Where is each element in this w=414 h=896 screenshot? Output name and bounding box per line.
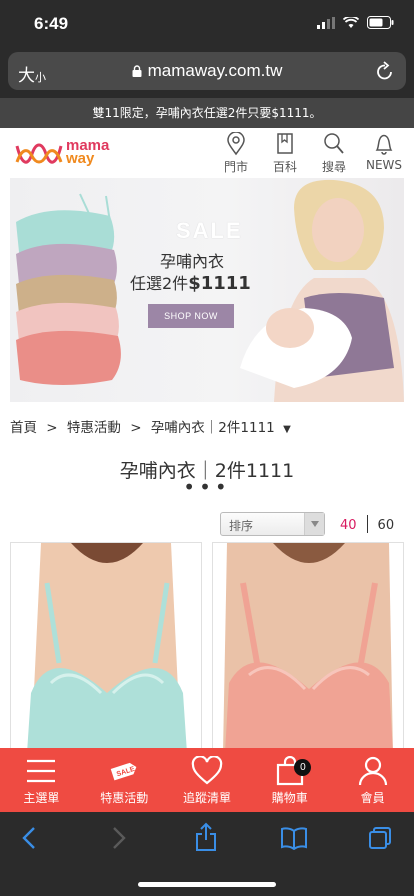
hero-sale-text: SALE bbox=[176, 218, 243, 243]
breadcrumb-separator: > bbox=[46, 420, 58, 436]
bell-icon bbox=[375, 134, 393, 155]
product-card[interactable] bbox=[212, 542, 404, 752]
menu-icon bbox=[27, 759, 56, 783]
cellular-signal-icon bbox=[317, 16, 335, 29]
product-image bbox=[213, 543, 403, 751]
back-arrow-icon[interactable] bbox=[20, 826, 40, 850]
breadcrumb: 首頁 > 特惠活動 > 孕哺內衣｜2件1111 ▼ bbox=[10, 416, 291, 436]
bottom-nav-menu-label: 主選單 bbox=[23, 791, 60, 805]
title-dots-decoration: ••• bbox=[183, 475, 231, 499]
sale-tag-icon: SALE bbox=[110, 762, 137, 781]
bottom-nav-sale[interactable]: SALE 特惠活動 bbox=[83, 748, 166, 812]
nav-encyclopedia-label: 百科 bbox=[272, 160, 297, 174]
bottom-nav-sale-label: 特惠活動 bbox=[100, 791, 149, 805]
breadcrumb-home[interactable]: 首頁 bbox=[10, 420, 37, 436]
address-bar[interactable]: 大小 mamaway.com.tw bbox=[8, 52, 406, 90]
sort-select[interactable]: 排序 bbox=[220, 512, 325, 536]
cart-count-badge: 0 bbox=[294, 759, 312, 776]
breadcrumb-dropdown-icon[interactable]: ▼ bbox=[283, 424, 291, 435]
mamaway-logo[interactable]: mama way bbox=[14, 136, 118, 170]
hero-title: 孕哺內衣 bbox=[160, 252, 225, 271]
lock-icon bbox=[132, 65, 142, 77]
promo-banner[interactable]: 雙11限定，孕哺內衣任選2件只要$1111。 bbox=[0, 98, 414, 128]
nav-encyclopedia[interactable]: 百科 bbox=[261, 130, 309, 175]
sort-select-label: 排序 bbox=[229, 519, 254, 533]
bottom-nav-cart[interactable]: 0 購物車 bbox=[248, 748, 331, 812]
nav-store-label: 門市 bbox=[223, 160, 248, 174]
bottom-nav-cart-label: 購物車 bbox=[271, 791, 308, 805]
browser-address-area: 大小 mamaway.com.tw bbox=[0, 48, 414, 98]
user-icon bbox=[358, 756, 387, 786]
hero-banner[interactable]: SALE 孕哺內衣 任選2件$1111 SHOP NOW bbox=[10, 178, 404, 402]
product-grid bbox=[10, 542, 404, 752]
forward-arrow-icon[interactable] bbox=[108, 826, 128, 850]
status-icons bbox=[317, 16, 394, 29]
site-header: mama way 門市 百科 搜尋 NEWS bbox=[0, 128, 414, 176]
search-icon bbox=[324, 133, 344, 154]
nav-search-label: 搜尋 bbox=[321, 160, 346, 174]
hero-offer-price: $1111 bbox=[188, 273, 251, 294]
product-card[interactable] bbox=[10, 542, 202, 752]
product-image bbox=[11, 543, 201, 751]
book-icon bbox=[277, 133, 293, 154]
mother-and-baby-photo bbox=[240, 179, 404, 402]
hero-offer: 任選2件$1111 bbox=[130, 270, 251, 294]
chevron-down-icon bbox=[304, 513, 324, 535]
breadcrumb-separator: > bbox=[130, 420, 142, 436]
battery-icon bbox=[367, 16, 394, 29]
header-nav: 門市 百科 搜尋 NEWS bbox=[211, 130, 414, 175]
share-icon[interactable] bbox=[194, 822, 218, 852]
nav-news[interactable]: NEWS bbox=[358, 130, 410, 175]
location-pin-icon bbox=[227, 132, 245, 156]
nav-news-label: NEWS bbox=[365, 158, 403, 172]
logo-wordmark: mama way bbox=[66, 138, 109, 166]
logo-mark-icon bbox=[15, 143, 63, 164]
bra-stack-illustration bbox=[16, 193, 121, 385]
per-page-divider bbox=[366, 515, 368, 533]
breadcrumb-current[interactable]: 孕哺內衣｜2件1111 bbox=[151, 420, 275, 436]
bottom-nav: 主選單 SALE 特惠活動 追蹤清單 0 購物車 會員 bbox=[0, 748, 414, 812]
heart-icon bbox=[191, 756, 223, 785]
breadcrumb-promotions[interactable]: 特惠活動 bbox=[67, 420, 121, 436]
reload-icon[interactable] bbox=[376, 61, 394, 81]
url-text: mamaway.com.tw bbox=[147, 61, 283, 80]
status-time: 6:49 bbox=[34, 14, 69, 33]
bottom-nav-menu[interactable]: 主選單 bbox=[0, 748, 83, 812]
bottom-nav-member[interactable]: 會員 bbox=[331, 748, 414, 812]
bottom-nav-wishlist[interactable]: 追蹤清單 bbox=[166, 748, 249, 812]
nav-store[interactable]: 門市 bbox=[212, 130, 260, 175]
bottom-nav-member-label: 會員 bbox=[360, 791, 385, 805]
per-page-60[interactable]: 60 bbox=[378, 518, 395, 533]
url-display[interactable]: mamaway.com.tw bbox=[8, 61, 406, 81]
wifi-icon bbox=[343, 16, 359, 28]
per-page-40[interactable]: 40 bbox=[340, 518, 357, 533]
tabs-icon[interactable] bbox=[368, 826, 392, 850]
status-bar: 6:49 bbox=[0, 0, 414, 48]
shop-now-button[interactable]: SHOP NOW bbox=[148, 304, 234, 328]
bottom-nav-wishlist-label: 追蹤清單 bbox=[182, 791, 231, 805]
home-indicator bbox=[138, 882, 276, 887]
bookmarks-icon[interactable] bbox=[280, 826, 308, 850]
nav-search[interactable]: 搜尋 bbox=[310, 130, 358, 175]
per-page-selector: 40 60 bbox=[340, 515, 394, 533]
hero-offer-prefix: 任選2件 bbox=[130, 274, 189, 293]
